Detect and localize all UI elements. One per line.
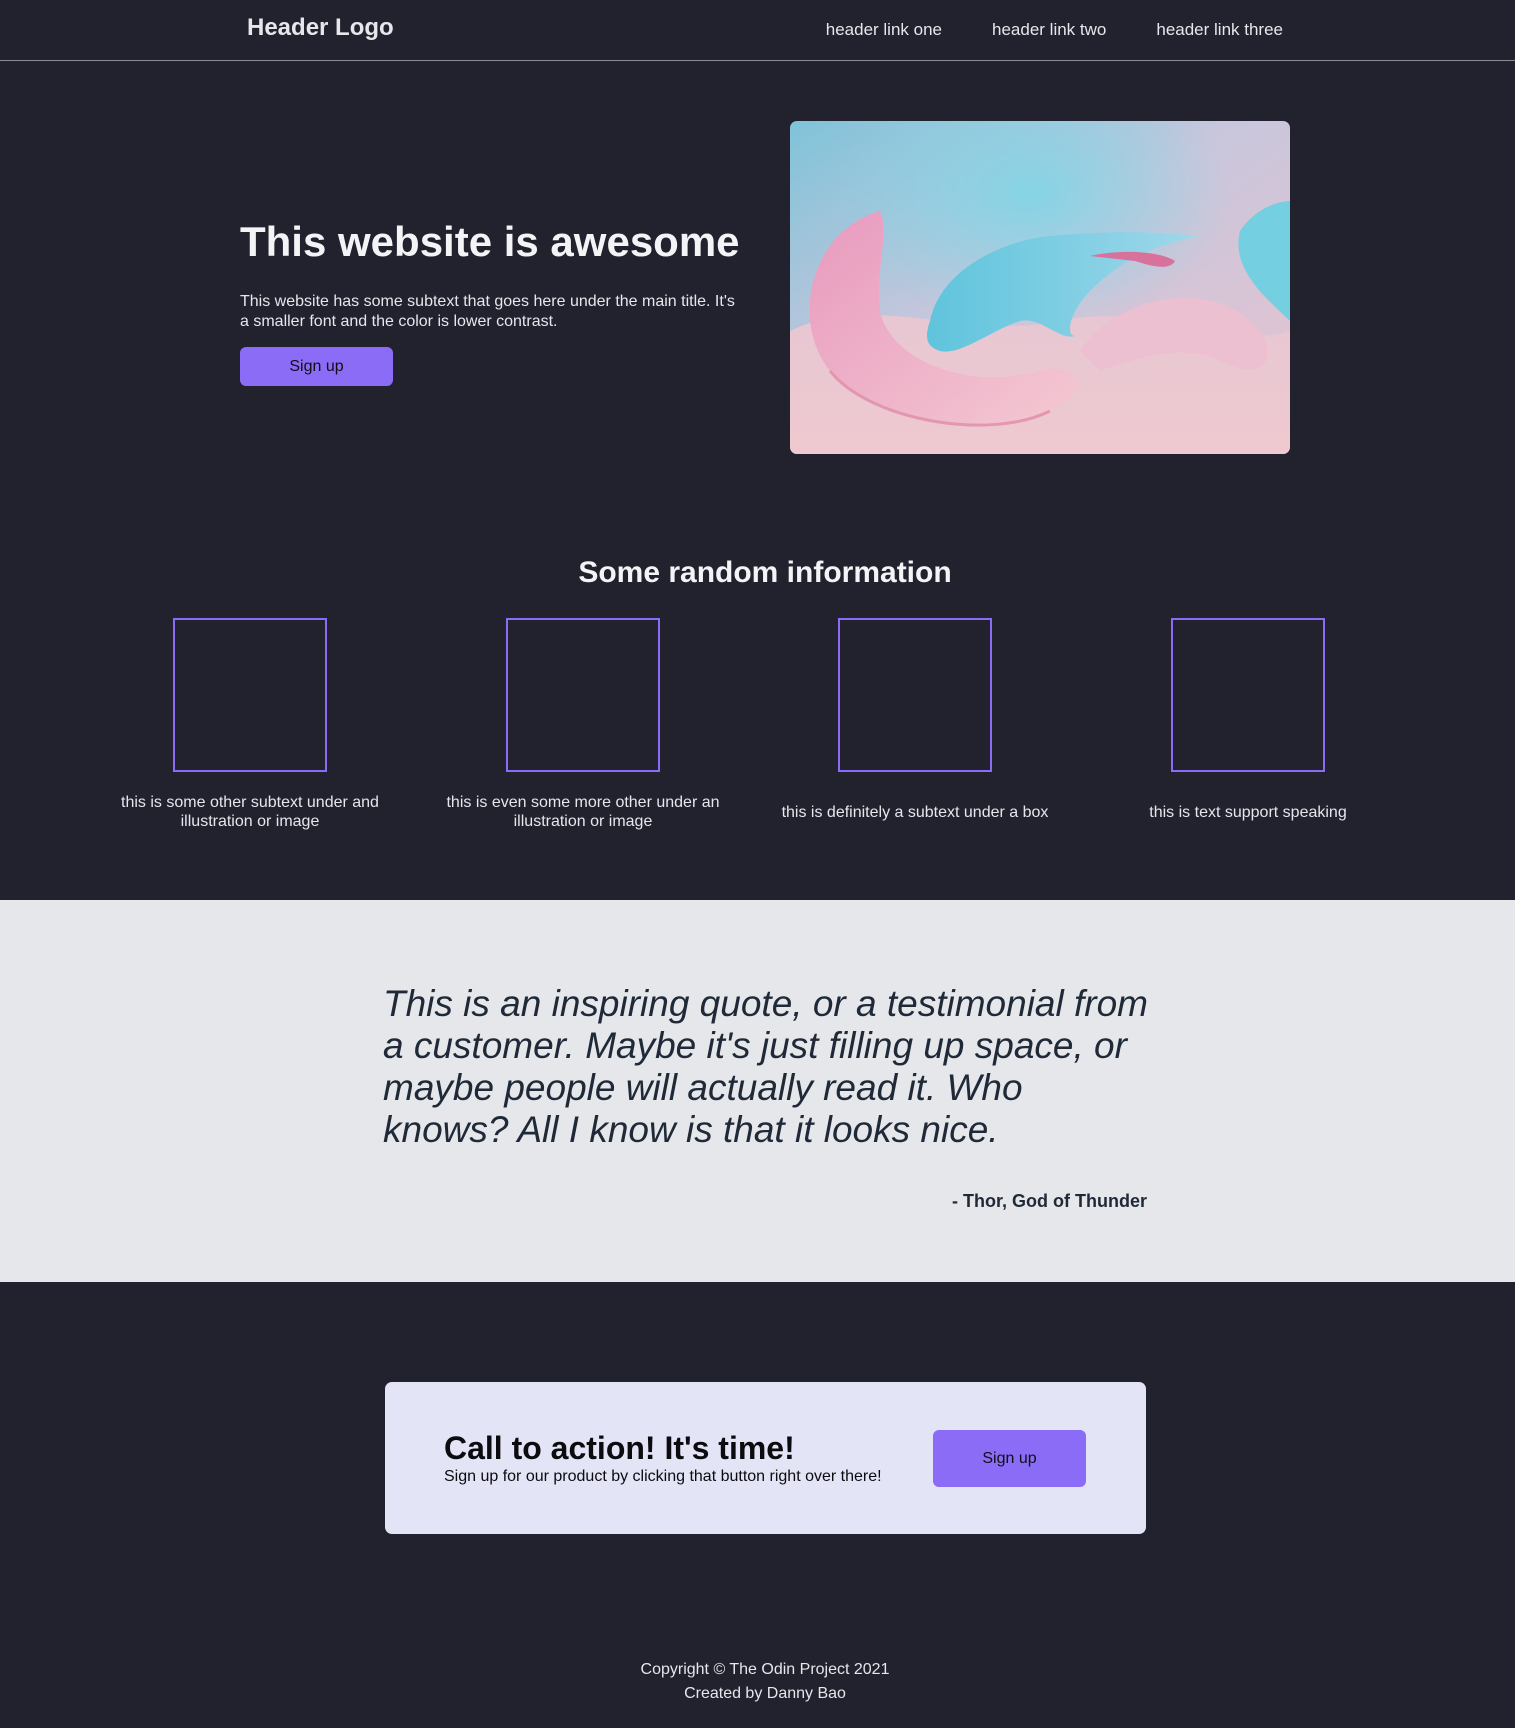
info-image-placeholder bbox=[838, 618, 992, 772]
hero-signup-button[interactable]: Sign up bbox=[240, 347, 393, 386]
cta-title: Call to action! It's time! bbox=[444, 1430, 795, 1466]
hero-image bbox=[790, 121, 1290, 454]
info-image-placeholder bbox=[506, 618, 660, 772]
info-card: this is even some more other under an il… bbox=[433, 618, 733, 832]
quote-section: This is an inspiring quote, or a testimo… bbox=[0, 900, 1515, 1282]
site-footer: Copyright © The Odin Project 2021 Create… bbox=[0, 1658, 1515, 1706]
quote-text: This is an inspiring quote, or a testimo… bbox=[383, 983, 1149, 1150]
info-caption: this is even some more other under an il… bbox=[446, 794, 720, 830]
info-image-placeholder bbox=[173, 618, 327, 772]
footer-credit: Created by Danny Bao bbox=[684, 1685, 846, 1702]
hero-title: This website is awesome bbox=[240, 218, 740, 265]
info-card: this is some other subtext under and ill… bbox=[100, 618, 400, 832]
info-caption: this is text support speaking bbox=[1149, 803, 1347, 821]
header-link-three[interactable]: header link three bbox=[1156, 20, 1283, 40]
quote-author: - Thor, God of Thunder bbox=[952, 1191, 1147, 1211]
hero-subtext: This website has some subtext that goes … bbox=[240, 293, 735, 330]
header-logo[interactable]: Header Logo bbox=[247, 14, 394, 42]
info-caption: this is some other subtext under and ill… bbox=[121, 794, 379, 830]
header-link-one[interactable]: header link one bbox=[826, 20, 942, 40]
info-card: this is definitely a subtext under a box bbox=[765, 618, 1065, 832]
info-caption: this is definitely a subtext under a box bbox=[781, 803, 1049, 821]
info-card: this is text support speaking bbox=[1098, 618, 1398, 832]
cta-card: Call to action! It's time! Sign up for o… bbox=[385, 1382, 1146, 1534]
info-image-placeholder bbox=[1171, 618, 1325, 772]
site-header: Header Logo header link one header link … bbox=[0, 0, 1515, 61]
header-link-two[interactable]: header link two bbox=[992, 20, 1106, 40]
cta-subtext: Sign up for our product by clicking that… bbox=[444, 1468, 882, 1485]
footer-copyright: Copyright © The Odin Project 2021 bbox=[640, 1661, 890, 1678]
header-nav: header link one header link two header l… bbox=[826, 20, 1283, 40]
info-title: Some random information bbox=[578, 556, 952, 589]
cta-signup-button[interactable]: Sign up bbox=[933, 1430, 1086, 1487]
